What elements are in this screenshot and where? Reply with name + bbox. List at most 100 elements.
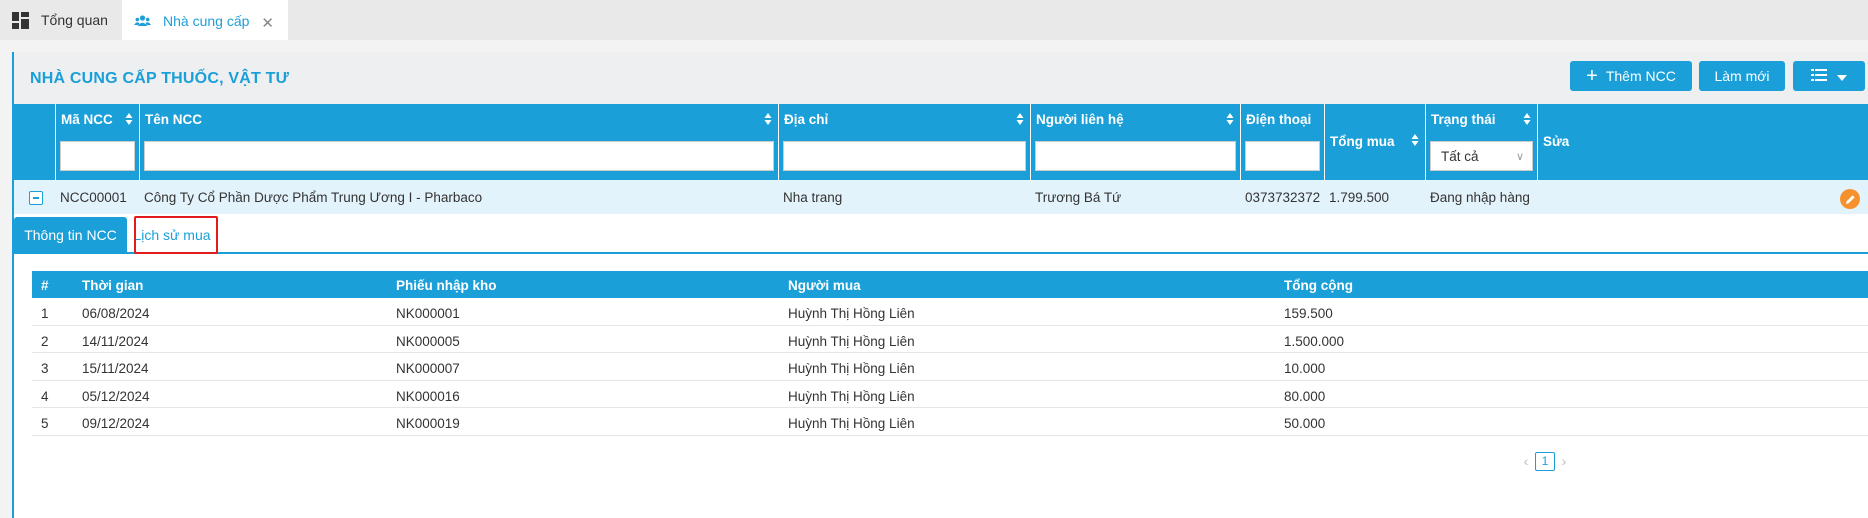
cell-phieu: NK000005 [396, 333, 460, 349]
cell-index: 5 [41, 416, 49, 432]
chevron-right-icon[interactable]: › [1557, 453, 1571, 469]
cell-thoi-gian: 15/11/2024 [82, 361, 149, 377]
collapse-icon[interactable] [29, 191, 43, 205]
chevron-down-icon: ∨ [1515, 151, 1524, 163]
expand-column-header [14, 104, 55, 180]
cell-ten-ncc: Công Ty Cổ Phần Dược Phẩm Trung Ương I -… [144, 190, 483, 205]
table-row[interactable]: 1 06/08/2024 NK000001 Huỳnh Thị Hồng Liê… [32, 298, 1868, 326]
cell-tong-mua: 1.799.500 [1329, 190, 1390, 205]
cell-nguoi-mua: Huỳnh Thị Hồng Liên [788, 416, 915, 432]
cell-tong-cong: 80.000 [1284, 388, 1326, 404]
filter-ma-ncc-input[interactable] [60, 141, 135, 171]
header-dia-chi[interactable]: Địa chỉ [778, 104, 1030, 180]
sort-icon[interactable] [1523, 111, 1531, 127]
sort-icon[interactable] [1411, 132, 1419, 148]
tab-overview-label: Tổng quan [41, 12, 108, 28]
filter-dien-thoai-input[interactable] [1245, 141, 1320, 171]
cell-tong-cong: 1.500.000 [1284, 333, 1345, 349]
header-ten-ncc[interactable]: Tên NCC [139, 104, 778, 180]
cell-phieu: NK000001 [396, 306, 460, 321]
table-row[interactable]: NCC00001 Công Ty Cổ Phần Dược Phẩm Trung… [14, 180, 1868, 214]
list-icon [1811, 68, 1827, 85]
cell-trang-thai: Đang nhập hàng [1430, 190, 1530, 205]
filter-nguoi-lien-he-input[interactable] [1035, 141, 1236, 171]
header-sua: Sửa [1537, 104, 1868, 180]
edit-pencil-icon[interactable] [1840, 189, 1860, 209]
header-sua-label: Sửa [1543, 134, 1570, 149]
tab-supplier-info-label: Thông tin NCC [24, 226, 117, 243]
cell-nguoi-mua: Huỳnh Thị Hồng Liên [788, 388, 915, 404]
page-button-current[interactable]: 1 [1535, 451, 1555, 471]
sort-icon[interactable] [1226, 111, 1234, 127]
supplier-panel: NHÀ CUNG CẤP THUỐC, VẬT TƯ + Thêm NCC Là… [12, 52, 1868, 518]
highlight-box [134, 216, 218, 254]
supplier-grid-header: Mã NCC Tên NCC Địa chỉ Người liên hệ Điệ… [14, 104, 1868, 180]
refresh-label: Làm mới [1714, 68, 1770, 84]
header-dia-chi-label: Địa chỉ [784, 112, 829, 127]
tab-suppliers-label: Nhà cung cấp [163, 13, 250, 29]
pagination: ‹ 1 › [1519, 451, 1571, 471]
cell-phieu: NK000007 [396, 361, 460, 377]
dashboard-icon [12, 11, 29, 29]
header-trang-thai-label: Trạng thái [1431, 112, 1496, 127]
cell-dia-chi: Nha trang [783, 190, 843, 205]
status-filter-select[interactable]: Tất cả ∨ [1430, 141, 1533, 171]
cell-tong-cong: 10.000 [1284, 361, 1326, 377]
header-trang-thai[interactable]: Trạng thái Tất cả ∨ [1425, 104, 1537, 180]
cell-index: 2 [41, 333, 49, 349]
add-supplier-button[interactable]: + Thêm NCC [1570, 61, 1692, 91]
history-table-header: # Thời gian Phiếu nhập kho Người mua Tổn… [32, 271, 1868, 298]
cell-thoi-gian: 06/08/2024 [82, 306, 150, 321]
cell-thoi-gian: 14/11/2024 [82, 333, 149, 349]
header-thoi-gian: Thời gian [82, 278, 144, 293]
filter-dia-chi-input[interactable] [783, 141, 1026, 171]
header-nguoi-mua: Người mua [788, 278, 861, 293]
users-icon [134, 13, 151, 30]
table-row[interactable]: 5 09/12/2024 NK000019 Huỳnh Thị Hồng Liê… [32, 408, 1868, 436]
column-chooser-button[interactable] [1793, 61, 1865, 91]
cell-tong-cong: 50.000 [1284, 416, 1326, 432]
cell-thoi-gian: 09/12/2024 [82, 416, 150, 432]
detail-tabs: Thông tin NCC Lịch sử mua [14, 214, 1868, 254]
cell-nguoi-mua: Huỳnh Thị Hồng Liên [788, 333, 915, 349]
app-tab-bar: Tổng quan Nhà cung cấp ✕ [0, 0, 1868, 40]
add-supplier-label: Thêm NCC [1605, 68, 1676, 84]
cell-nguoi-lien-he: Trương Bá Tứ [1035, 190, 1122, 205]
status-filter-value: Tất cả [1441, 149, 1479, 164]
header-phieu-nhap-kho: Phiếu nhập kho [396, 278, 497, 293]
cell-index: 1 [41, 306, 49, 321]
caret-down-icon [1837, 68, 1847, 84]
cell-index: 3 [41, 361, 49, 377]
table-row[interactable]: 3 15/11/2024 NK000007 Huỳnh Thị Hồng Liê… [32, 353, 1868, 381]
filter-ten-ncc-input[interactable] [144, 141, 774, 171]
sort-icon[interactable] [125, 111, 133, 127]
cell-dien-thoai: 0373732372 [1245, 190, 1321, 205]
cell-thoi-gian: 05/12/2024 [82, 388, 150, 404]
cell-index: 4 [41, 388, 49, 404]
tab-supplier-info[interactable]: Thông tin NCC [14, 217, 127, 252]
header-nguoi-lien-he-label: Người liên hệ [1036, 112, 1124, 127]
header-ma-ncc-label: Mã NCC [61, 112, 113, 127]
header-index: # [41, 278, 49, 293]
refresh-button[interactable]: Làm mới [1699, 61, 1785, 91]
header-nguoi-lien-he[interactable]: Người liên hệ [1030, 104, 1240, 180]
cell-nguoi-mua: Huỳnh Thị Hồng Liên [788, 306, 915, 321]
tab-overview[interactable]: Tổng quan [0, 0, 120, 40]
tab-suppliers[interactable]: Nhà cung cấp ✕ [122, 0, 288, 40]
sort-icon[interactable] [764, 111, 772, 127]
header-tong-mua[interactable]: Tổng mua [1324, 104, 1425, 180]
chevron-left-icon[interactable]: ‹ [1519, 453, 1533, 469]
header-ten-ncc-label: Tên NCC [145, 112, 202, 127]
purchase-history-table: # Thời gian Phiếu nhập kho Người mua Tổn… [32, 271, 1868, 436]
cell-phieu: NK000016 [396, 388, 460, 404]
table-row[interactable]: 2 14/11/2024 NK000005 Huỳnh Thị Hồng Liê… [32, 326, 1868, 354]
close-icon[interactable]: ✕ [261, 14, 274, 32]
sort-icon[interactable] [1016, 111, 1024, 127]
header-tong-cong: Tổng cộng [1284, 278, 1353, 293]
header-ma-ncc[interactable]: Mã NCC [55, 104, 139, 180]
header-tong-mua-label: Tổng mua [1330, 134, 1395, 149]
table-row[interactable]: 4 05/12/2024 NK000016 Huỳnh Thị Hồng Liê… [32, 381, 1868, 409]
header-dien-thoai-label: Điện thoại [1246, 112, 1312, 127]
header-dien-thoai[interactable]: Điện thoại [1240, 104, 1324, 180]
cell-ma-ncc: NCC00001 [60, 190, 127, 205]
